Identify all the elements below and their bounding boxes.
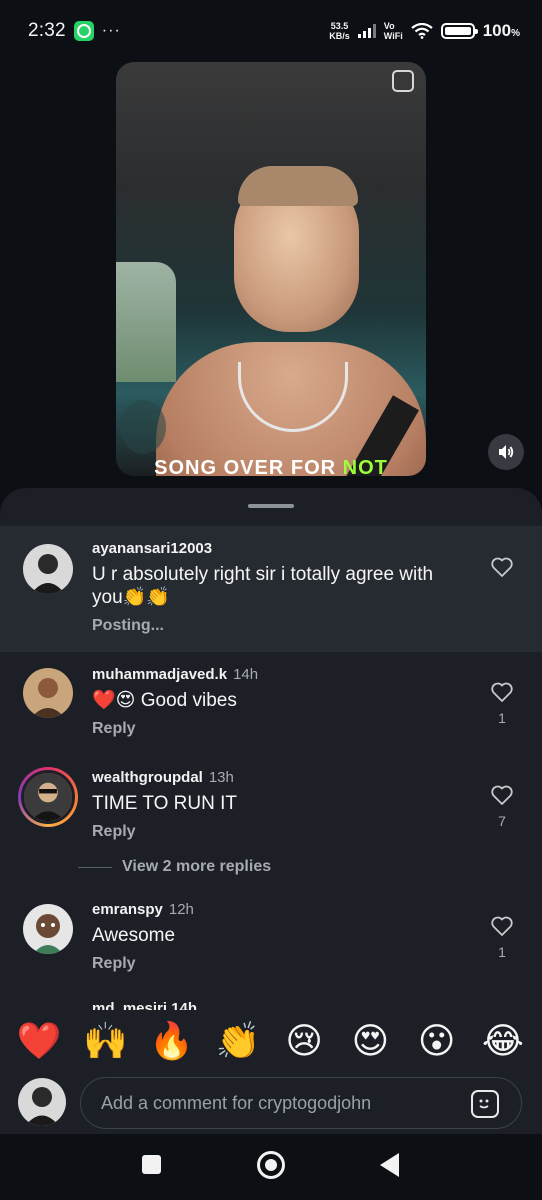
comment-status: Posting... xyxy=(92,617,164,634)
like-heart-icon[interactable] xyxy=(490,914,514,938)
comment-input[interactable]: Add a comment for cryptogodjohn xyxy=(80,1077,522,1129)
vo-label: Vo xyxy=(383,21,395,31)
avatar[interactable] xyxy=(23,904,73,954)
cellular-signal-icon xyxy=(357,24,376,38)
emoji-clap-button[interactable]: 👏 xyxy=(212,1020,264,1062)
emoji-heart-eyes-button[interactable]: 😍 xyxy=(344,1021,396,1062)
view-more-replies-label: View 2 more replies xyxy=(122,858,272,875)
comment-text: TIME TO RUN IT xyxy=(92,793,237,814)
status-time: 2:32 xyxy=(28,20,66,41)
emoji-wow-button[interactable]: 😮 xyxy=(411,1021,463,1062)
replies-divider xyxy=(78,866,112,868)
sticker-icon[interactable] xyxy=(471,1090,499,1118)
comment-time: 13h xyxy=(208,769,234,786)
battery-percent: 100% xyxy=(482,21,520,40)
like-heart-icon[interactable] xyxy=(490,680,514,704)
like-count: 1 xyxy=(498,944,506,960)
reply-button[interactable]: Reply xyxy=(92,955,136,973)
speaker-icon xyxy=(499,445,514,459)
wifi-label: WiFi xyxy=(383,31,403,41)
reply-button[interactable]: Reply xyxy=(92,823,136,841)
video-tattoo xyxy=(120,400,166,454)
home-button[interactable] xyxy=(257,1151,285,1179)
comment-text: Awesome xyxy=(92,925,176,946)
avatar[interactable] xyxy=(23,544,73,594)
back-button[interactable] xyxy=(380,1153,399,1177)
comment-text: ❤️😍 Good vibes xyxy=(92,690,237,711)
video-watermark-icon xyxy=(392,70,414,92)
comment-username[interactable]: ayanansari12003 xyxy=(92,540,212,557)
reel-video[interactable]: SONG OVER FOR NOT xyxy=(116,62,426,476)
status-bar: 2:32 ··· 53.5 KB/s Vo WiFi 100% xyxy=(0,0,542,62)
comment-item: ayanansari12003 U r absolutely right sir… xyxy=(0,526,542,652)
comment-input-placeholder: Add a comment for cryptogodjohn xyxy=(101,1092,372,1113)
comment-text: U r absolutely right sir i totally agree… xyxy=(92,564,434,608)
comment-time: 14h xyxy=(233,666,259,683)
emoji-cry-button[interactable]: 😢 xyxy=(278,1021,330,1062)
emoji-laugh-cry-button[interactable]: 😂 xyxy=(477,1021,529,1062)
like-count: 1 xyxy=(498,710,506,726)
network-speed-value: 53.5 xyxy=(330,21,349,31)
sound-toggle-button[interactable] xyxy=(488,434,524,470)
video-person-hair xyxy=(238,166,358,206)
emoji-heart-button[interactable]: ❤️ xyxy=(13,1020,65,1062)
like-heart-icon[interactable] xyxy=(490,555,514,579)
network-speed-unit: KB/s xyxy=(329,31,350,41)
like-count: 7 xyxy=(498,813,506,829)
reply-button[interactable]: Reply xyxy=(92,720,136,738)
emoji-reaction-bar: ❤️ 🙌 🔥 👏 😢 😍 😮 😂 xyxy=(0,1010,542,1072)
vowifi-indicator: Vo WiFi xyxy=(384,21,403,41)
comment-time: 12h xyxy=(168,901,194,918)
comment-username[interactable]: muhammadjaved.k 14h xyxy=(92,666,258,683)
avatar-story-ring[interactable] xyxy=(18,767,78,827)
current-user-avatar xyxy=(18,1078,66,1126)
recent-apps-button[interactable] xyxy=(142,1155,161,1174)
emoji-raised-hands-button[interactable]: 🙌 xyxy=(79,1020,131,1062)
battery-icon xyxy=(440,23,478,39)
network-speed: 53.5 KB/s xyxy=(329,21,350,41)
video-caption: SONG OVER FOR NOT xyxy=(154,457,388,476)
comment-composer: Add a comment for cryptogodjohn xyxy=(0,1072,542,1134)
system-nav-bar xyxy=(0,1134,542,1200)
more-notifications-icon: ··· xyxy=(101,22,121,39)
comment-username[interactable]: wealthgroupdal 13h xyxy=(92,769,234,786)
like-heart-icon[interactable] xyxy=(490,783,514,807)
wifi-icon xyxy=(411,23,433,39)
emoji-fire-button[interactable]: 🔥 xyxy=(146,1020,198,1062)
sheet-drag-handle[interactable] xyxy=(248,504,294,508)
view-more-replies-button[interactable]: View 2 more replies xyxy=(78,858,271,876)
car-window xyxy=(116,262,176,382)
avatar[interactable] xyxy=(23,668,73,718)
comment-username[interactable]: emranspy 12h xyxy=(92,901,194,918)
whatsapp-notification-icon xyxy=(73,21,94,41)
